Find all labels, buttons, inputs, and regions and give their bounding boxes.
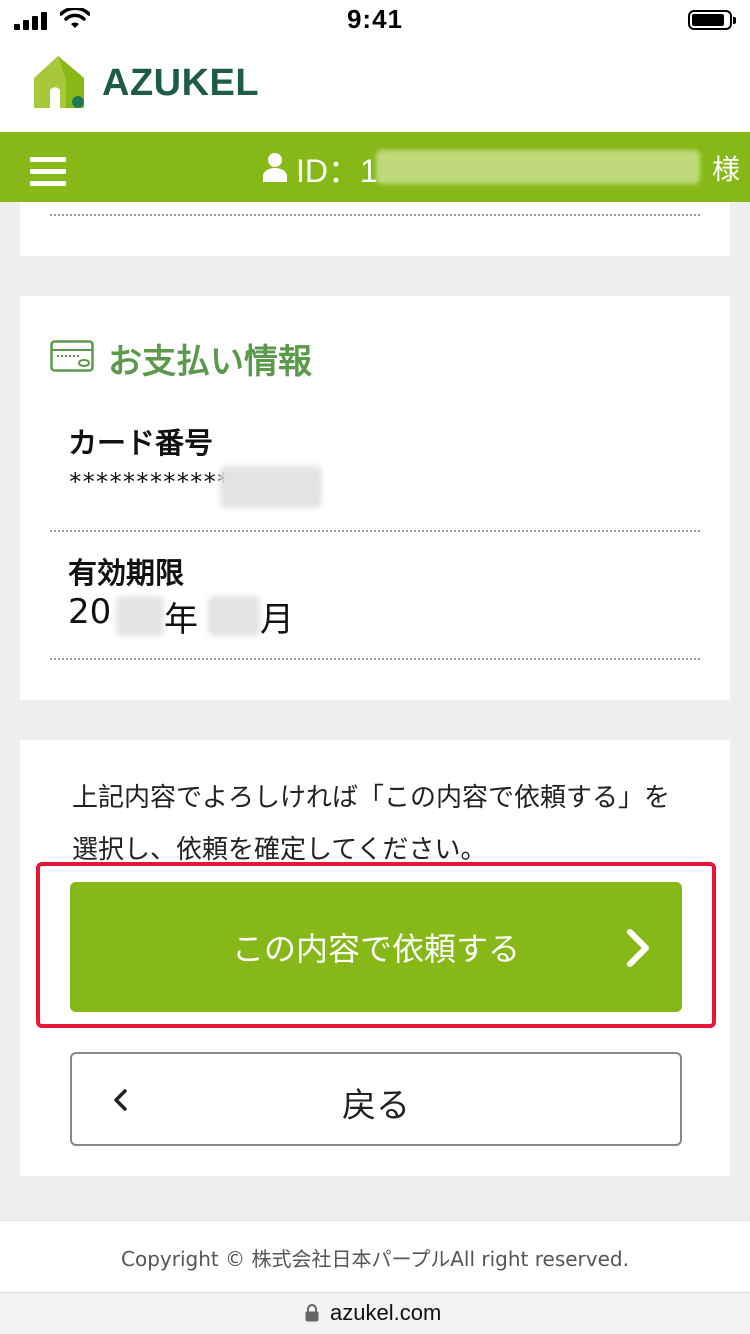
credit-card-icon xyxy=(50,340,94,372)
user-icon xyxy=(263,153,287,182)
site-header: AZUKEL xyxy=(0,40,750,132)
hamburger-menu-icon[interactable] xyxy=(30,157,66,187)
divider xyxy=(50,658,700,660)
status-time: 9:41 xyxy=(346,4,404,34)
expiry-label: 有効期限 xyxy=(68,556,185,590)
chevron-right-icon xyxy=(627,929,649,967)
section-title: お支払い情報 xyxy=(108,342,312,382)
payment-info-card: お支払い情報 カード番号 ************ 有効期限 20 年 月 xyxy=(20,296,730,700)
redacted-card-digits xyxy=(220,466,322,508)
user-id-label: ID：1 xyxy=(296,153,378,189)
house-logo-icon[interactable] xyxy=(30,52,90,112)
footer: Copyright © 株式会社日本パープルAll right reserved… xyxy=(0,1220,750,1292)
back-label: 戻る xyxy=(342,1086,410,1126)
copyright-text: Copyright © 株式会社日本パープルAll right reserved… xyxy=(121,1247,629,1271)
expiry-year-unit: 年 xyxy=(164,600,198,640)
previous-section-card xyxy=(20,202,730,256)
browser-url-bar[interactable]: azukel.com xyxy=(0,1292,750,1334)
expiry-year-prefix: 20 xyxy=(68,592,112,632)
divider xyxy=(50,214,700,216)
divider xyxy=(50,530,700,532)
lock-icon xyxy=(305,1304,319,1322)
confirm-instruction: 上記内容でよろしければ「この内容で依頼する」を選択し、依頼を確定してください。 xyxy=(72,783,671,865)
submit-request-button[interactable]: この内容で依頼する xyxy=(70,882,682,1012)
redacted-user-id xyxy=(376,150,700,184)
redacted-expiry-year xyxy=(116,596,164,636)
redacted-expiry-month xyxy=(208,596,260,636)
status-bar: 9:41 xyxy=(0,0,750,40)
nav-bar: ID：1 様 xyxy=(0,132,750,202)
url-text[interactable]: azukel.com xyxy=(330,1300,441,1326)
user-suffix: 様 xyxy=(712,153,741,186)
card-number-label: カード番号 xyxy=(68,426,214,460)
battery-icon xyxy=(688,10,736,30)
card-number-value: ************ xyxy=(68,468,230,496)
brand-name[interactable]: AZUKEL xyxy=(102,62,259,105)
submit-request-label: この内容で依頼する xyxy=(231,930,520,968)
expiry-month-unit: 月 xyxy=(260,600,294,640)
back-button[interactable]: 戻る xyxy=(70,1052,682,1146)
confirm-card: 上記内容でよろしければ「この内容で依頼する」を選択し、依頼を確定してください。 … xyxy=(20,740,730,1176)
